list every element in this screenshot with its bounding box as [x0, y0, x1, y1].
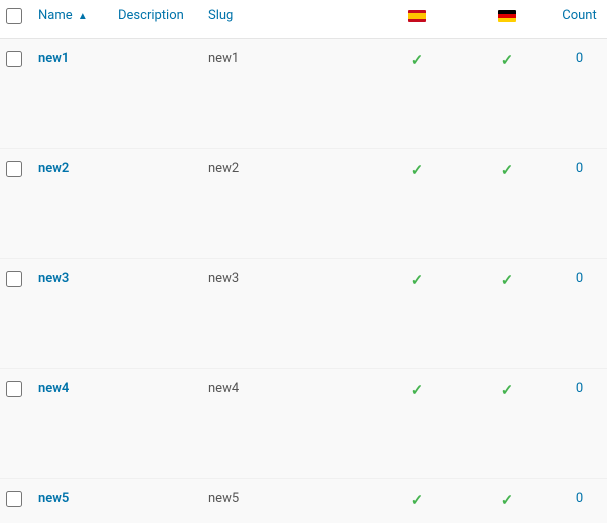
- column-header-name-label: Name: [38, 8, 73, 23]
- table-row: new3 new3 ✓ ✓ 0: [0, 259, 607, 369]
- table-row: new4 new4 ✓ ✓ 0: [0, 369, 607, 479]
- check-icon: ✓: [411, 381, 424, 399]
- column-header-count[interactable]: Count: [552, 0, 607, 39]
- row-checkbox[interactable]: [6, 271, 22, 287]
- row-checkbox[interactable]: [6, 161, 22, 177]
- term-slug: new5: [202, 479, 372, 524]
- table-row: new5 new5 ✓ ✓ 0: [0, 479, 607, 524]
- term-description: [112, 149, 202, 259]
- term-slug: new3: [202, 259, 372, 369]
- row-checkbox[interactable]: [6, 491, 22, 507]
- check-icon: ✓: [501, 51, 514, 69]
- term-name-link[interactable]: new2: [38, 161, 69, 176]
- check-icon: ✓: [501, 381, 514, 399]
- row-checkbox[interactable]: [6, 381, 22, 397]
- term-count-link[interactable]: 0: [576, 161, 583, 176]
- check-icon: ✓: [411, 491, 424, 509]
- terms-table: Name ▲ Description Slug Count new1 new1 ✓ ✓…: [0, 0, 607, 523]
- check-icon: ✓: [501, 161, 514, 179]
- term-count-link[interactable]: 0: [576, 381, 583, 396]
- column-header-slug[interactable]: Slug: [202, 0, 372, 39]
- flag-germany-icon: [498, 10, 516, 22]
- term-description: [112, 39, 202, 149]
- column-header-slug-label: Slug: [208, 8, 233, 23]
- term-name-link[interactable]: new5: [38, 491, 69, 506]
- column-header-name[interactable]: Name ▲: [32, 0, 112, 39]
- check-icon: ✓: [411, 51, 424, 69]
- term-description: [112, 259, 202, 369]
- term-slug: new1: [202, 39, 372, 149]
- table-row: new1 new1 ✓ ✓ 0: [0, 39, 607, 149]
- term-count-link[interactable]: 0: [576, 271, 583, 286]
- term-slug: new2: [202, 149, 372, 259]
- term-slug: new4: [202, 369, 372, 479]
- term-description: [112, 479, 202, 524]
- check-icon: ✓: [411, 271, 424, 289]
- column-header-lang-es: [372, 0, 462, 39]
- term-name-link[interactable]: new3: [38, 271, 69, 286]
- column-header-count-label: Count: [562, 8, 596, 23]
- flag-spain-icon: [408, 10, 426, 22]
- term-description: [112, 369, 202, 479]
- table-row: new2 new2 ✓ ✓ 0: [0, 149, 607, 259]
- select-all-checkbox[interactable]: [6, 8, 22, 24]
- column-header-description-label: Description: [118, 8, 184, 23]
- term-count-link[interactable]: 0: [576, 491, 583, 506]
- term-name-link[interactable]: new1: [38, 51, 69, 66]
- sort-ascending-icon: ▲: [78, 11, 88, 22]
- check-icon: ✓: [501, 491, 514, 509]
- check-icon: ✓: [501, 271, 514, 289]
- term-name-link[interactable]: new4: [38, 381, 69, 396]
- column-header-description[interactable]: Description: [112, 0, 202, 39]
- term-count-link[interactable]: 0: [576, 51, 583, 66]
- column-header-lang-de: [462, 0, 552, 39]
- check-icon: ✓: [411, 161, 424, 179]
- row-checkbox[interactable]: [6, 51, 22, 67]
